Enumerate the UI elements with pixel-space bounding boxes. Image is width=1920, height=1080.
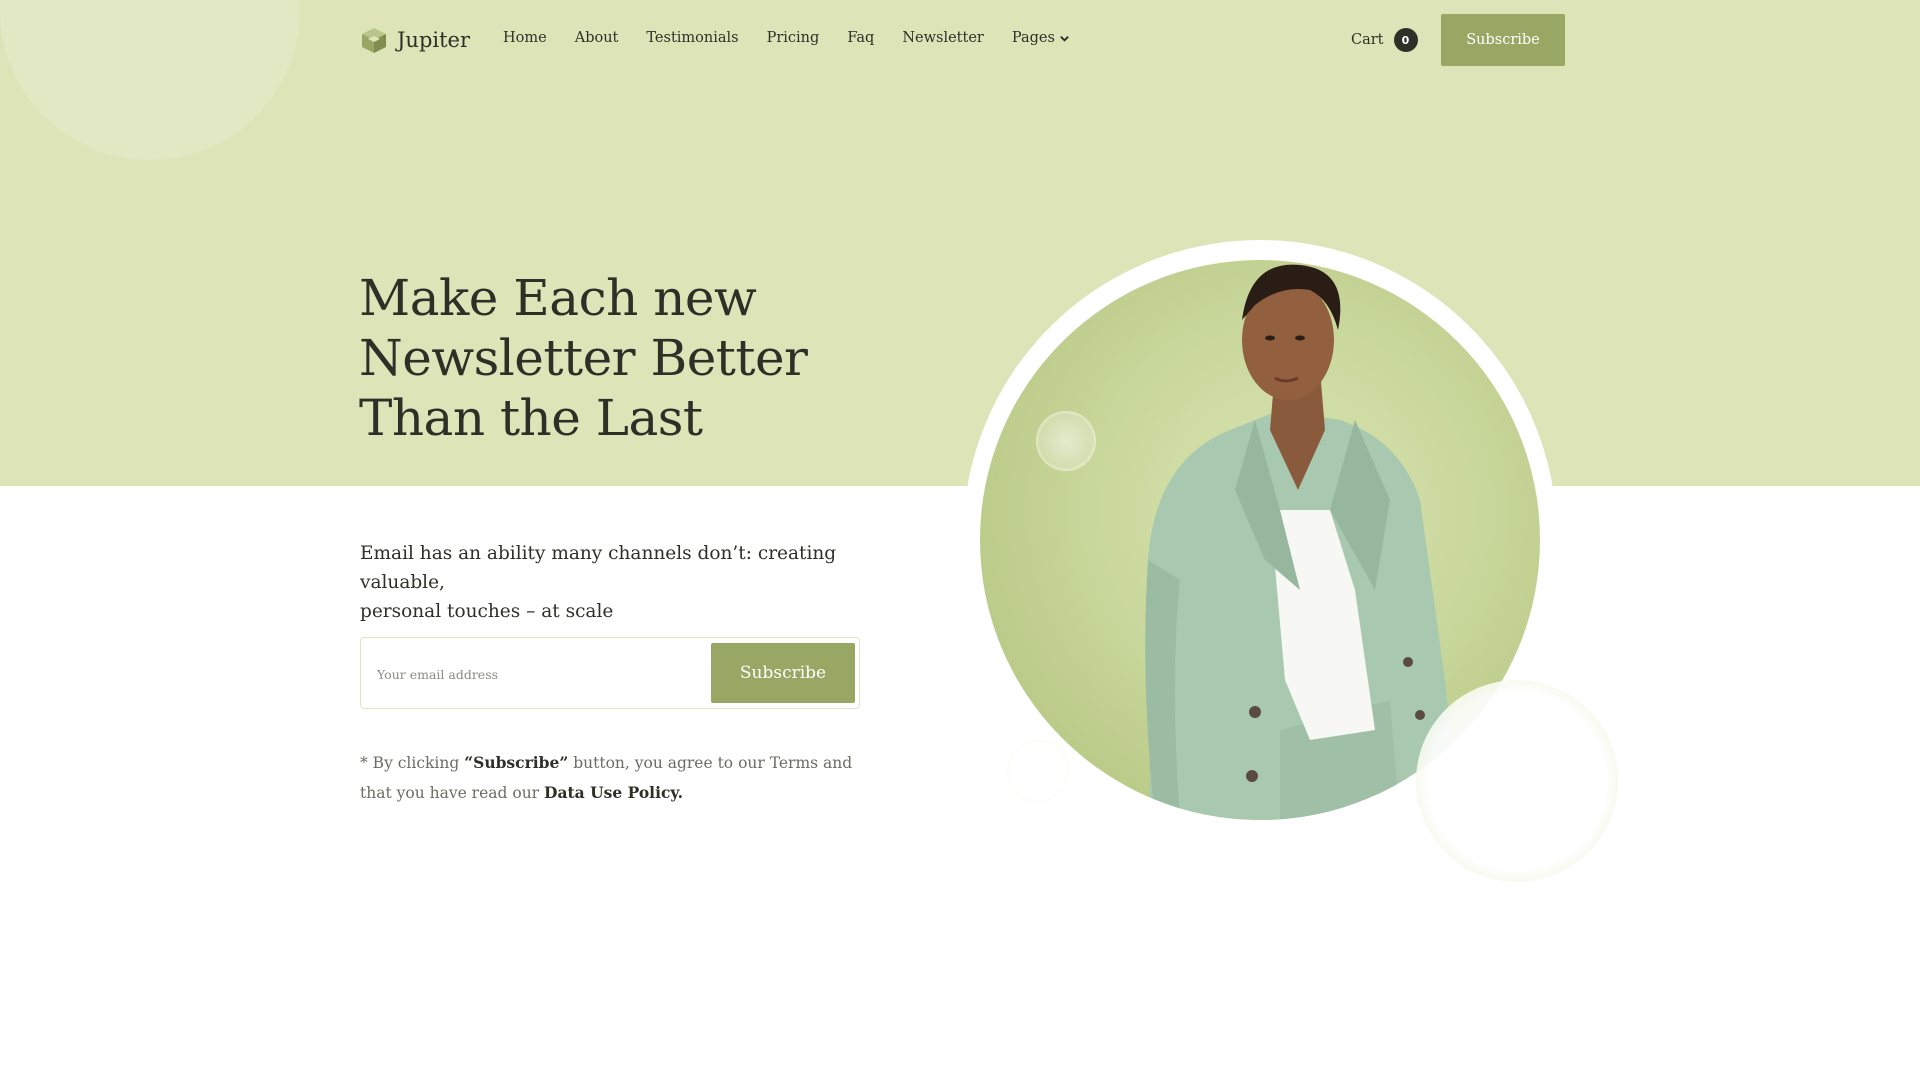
- email-input[interactable]: [377, 658, 697, 690]
- hero-headline: Make Each new Newsletter Better Than the…: [359, 268, 829, 448]
- brand-name: Jupiter: [397, 28, 471, 52]
- hero-subtext: Email has an ability many channels don’t…: [360, 539, 880, 626]
- nav-pages-dropdown[interactable]: Pages: [1012, 30, 1070, 46]
- cube-logo-icon: [362, 28, 386, 53]
- nav-home[interactable]: Home: [503, 30, 547, 46]
- subscribe-form: Subscribe: [360, 637, 860, 709]
- data-use-policy-link[interactable]: Data Use Policy.: [544, 783, 683, 802]
- cart-label: Cart: [1351, 32, 1384, 48]
- nav-about[interactable]: About: [575, 30, 619, 46]
- decor-bubble-bottom-large: [1416, 680, 1618, 882]
- nav-faq[interactable]: Faq: [847, 30, 874, 46]
- subtext-line-2: personal touches – at scale: [360, 601, 614, 622]
- headline-line-2: Newsletter Better: [359, 329, 808, 387]
- decor-bubble-portrait-small: [1036, 411, 1096, 471]
- subtext-line-1: Email has an ability many channels don’t…: [360, 543, 837, 593]
- headline-line-3: Than the Last: [359, 389, 703, 447]
- decor-bubble-bottom-small: [1007, 740, 1069, 802]
- chevron-down-icon: [1060, 35, 1069, 42]
- main-nav: Home About Testimonials Pricing Faq News…: [503, 30, 1070, 46]
- nav-testimonials[interactable]: Testimonials: [646, 30, 738, 46]
- hero-background: [0, 0, 1920, 486]
- brand-logo[interactable]: Jupiter: [360, 26, 470, 54]
- disclaimer-prefix: * By clicking: [360, 754, 465, 772]
- nav-pricing[interactable]: Pricing: [767, 30, 820, 46]
- disclaimer-subscribe-bold: “Subscribe”: [464, 753, 569, 772]
- header-subscribe-button[interactable]: Subscribe: [1441, 14, 1565, 66]
- cart-count-badge: 0: [1393, 28, 1418, 52]
- nav-pages-label: Pages: [1011, 30, 1055, 46]
- nav-newsletter[interactable]: Newsletter: [902, 30, 984, 46]
- form-subscribe-button[interactable]: Subscribe: [711, 643, 855, 703]
- headline-line-1: Make Each new: [359, 269, 757, 327]
- cart-link[interactable]: Cart 0: [1351, 28, 1418, 52]
- disclaimer-text: * By clicking “Subscribe” button, you ag…: [360, 748, 880, 808]
